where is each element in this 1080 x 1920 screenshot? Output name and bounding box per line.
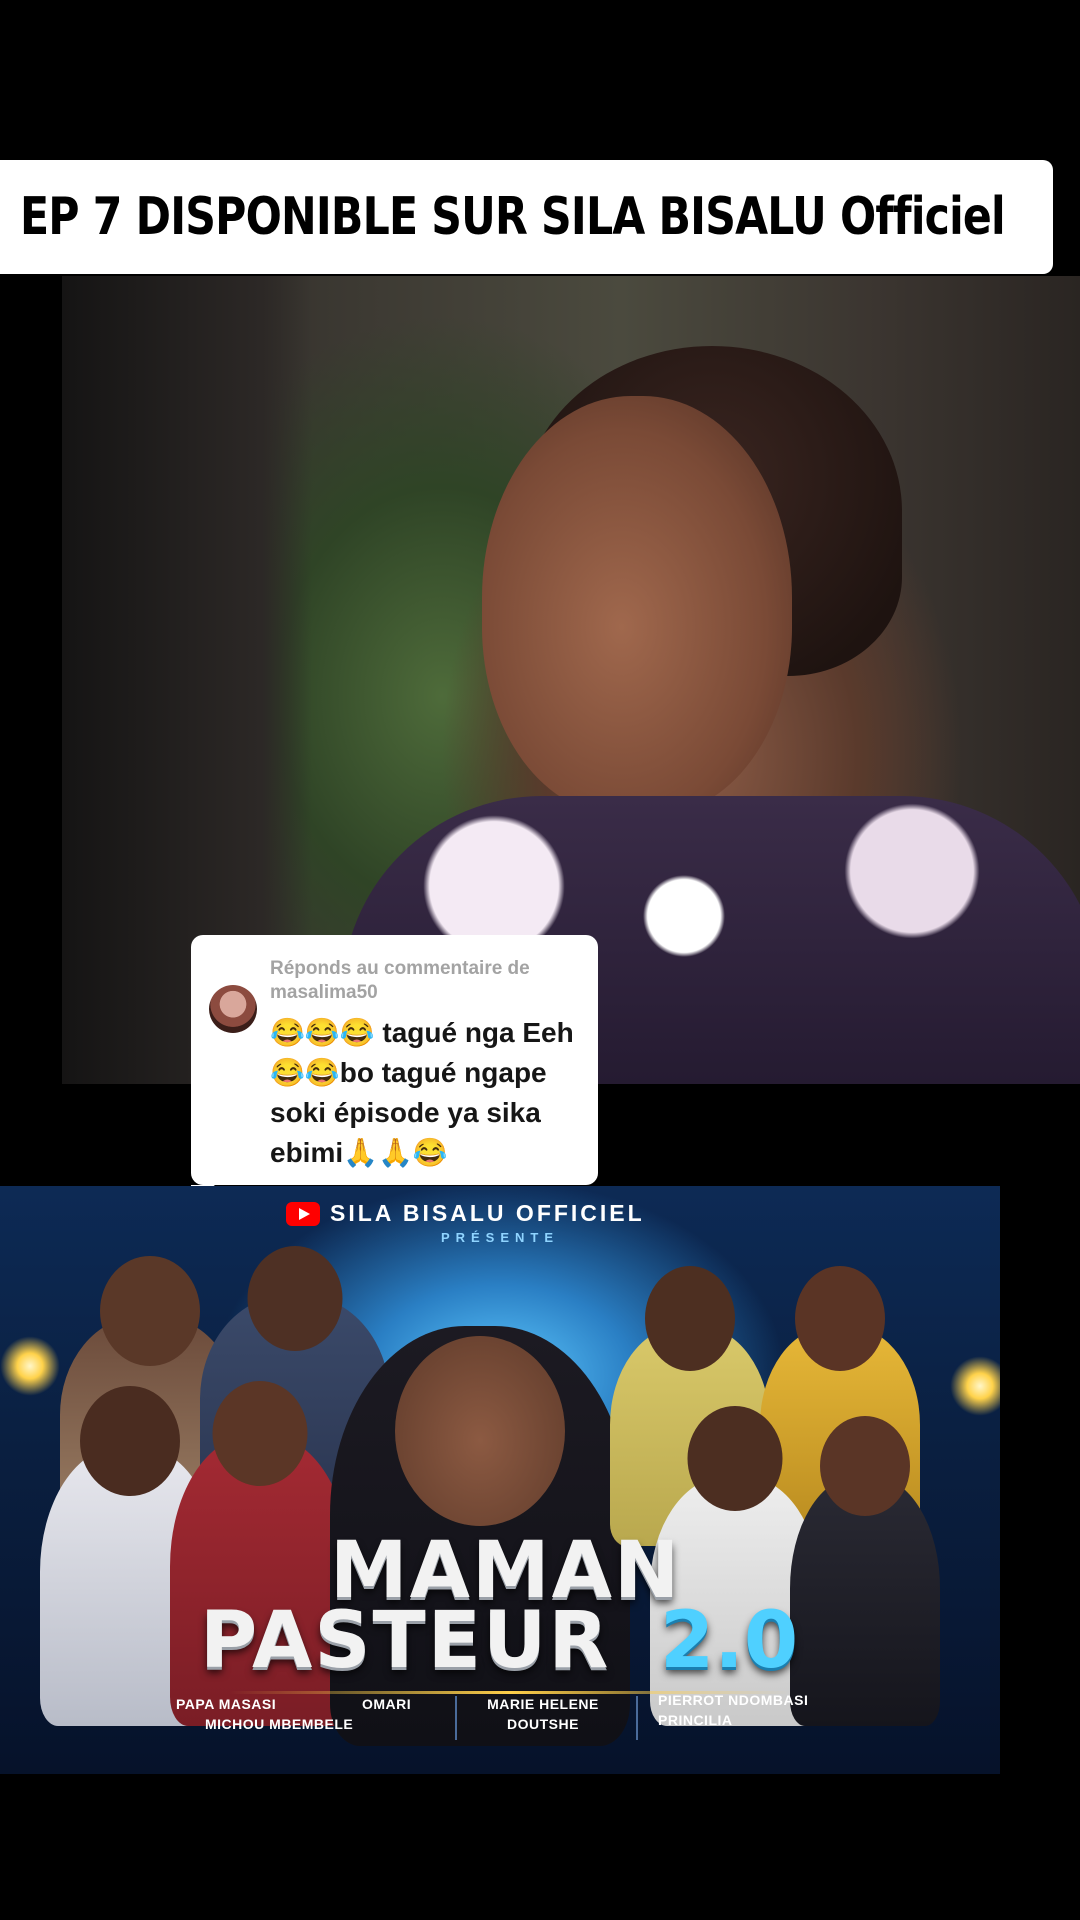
face-shape <box>482 396 792 816</box>
top-banner: EP 7 DISPONIBLE SUR SILA BISALU Officiel <box>0 160 1053 274</box>
commenter-username[interactable]: masalima50 <box>270 982 378 1003</box>
cast-head <box>795 1266 885 1371</box>
cast-name: OMARI <box>362 1696 412 1712</box>
cast-column-4: PIERROT NDOMBASI PRINCILIA <box>658 1690 868 1730</box>
cast-figure-8 <box>790 1416 940 1726</box>
cast-name: PAPA MASASI <box>176 1696 277 1712</box>
poster-title-version: 2.0 <box>660 1596 799 1686</box>
cast-head <box>100 1256 200 1366</box>
cast-name: MICHOU MBEMBELE <box>205 1716 354 1732</box>
cast-head <box>247 1246 343 1351</box>
cast-divider <box>455 1696 457 1740</box>
reply-prefix: Réponds au commentaire de <box>270 958 530 979</box>
poster-title-line2: PASTEUR <box>200 1596 611 1686</box>
cast-name: MARIE HELENE <box>487 1696 599 1712</box>
reply-label: Réponds au commentaire de masalima50 <box>270 957 590 1005</box>
channel-header: SILA BISALU OFFICIEL <box>286 1200 645 1227</box>
cast-name: PRINCILIA <box>658 1712 733 1728</box>
cast-column-2: OMARI <box>362 1694 442 1714</box>
cast-name: DOUTSHE <box>507 1716 579 1732</box>
comment-text: 😂😂😂 tagué nga Eeh😂😂bo tagué ngape soki é… <box>270 1017 574 1168</box>
cast-head <box>645 1266 735 1371</box>
youtube-icon <box>286 1201 320 1226</box>
cast-column-1: PAPA MASASI <box>176 1694 336 1714</box>
channel-name: SILA BISALU OFFICIEL <box>330 1200 645 1226</box>
cast-column-3: MARIE HELENE DOUTSHE <box>468 1694 618 1734</box>
light-flare-right <box>950 1356 1000 1416</box>
cast-column-1b: MICHOU MBEMBELE <box>205 1714 405 1734</box>
cast-divider <box>636 1696 638 1740</box>
cast-head <box>212 1381 308 1486</box>
commenter-avatar[interactable] <box>209 985 257 1033</box>
banner-text: EP 7 DISPONIBLE SUR SILA BISALU Officiel <box>20 187 1006 247</box>
cast-head <box>80 1386 180 1496</box>
series-poster: SILA BISALU OFFICIEL PRÉSENTE MAMAN PAST… <box>0 1186 1000 1774</box>
cast-head <box>687 1406 783 1511</box>
presents-label: PRÉSENTE <box>440 1230 560 1245</box>
cast-head <box>395 1336 565 1526</box>
cast-head <box>820 1416 910 1516</box>
light-flare-left <box>0 1336 60 1396</box>
reply-comment-card[interactable]: Réponds au commentaire de masalima50 😂😂😂… <box>191 935 598 1203</box>
cast-name: PIERROT NDOMBASI <box>658 1692 809 1708</box>
